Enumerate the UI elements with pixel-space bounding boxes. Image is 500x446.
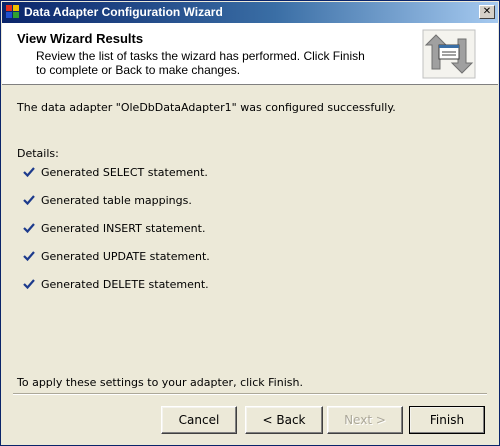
task-label: Generated table mappings. [41,194,192,207]
checkmark-icon [23,167,35,178]
wizard-window: Data Adapter Configuration Wizard ✕ View… [0,0,500,446]
checkmark-icon [23,279,35,290]
app-icon [6,5,20,19]
task-label: Generated UPDATE statement. [41,250,210,263]
page-description: Review the list of tasks the wizard has … [36,49,365,77]
close-button[interactable]: ✕ [479,5,495,19]
cancel-button[interactable]: Cancel [161,406,237,434]
task-label: Generated INSERT statement. [41,222,206,235]
window-title: Data Adapter Configuration Wizard [24,5,223,19]
checkmark-icon [23,223,35,234]
finish-button[interactable]: Finish [409,406,485,434]
checkmark-icon [23,195,35,206]
details-label: Details: [17,147,59,160]
footer-message: To apply these settings to your adapter,… [17,376,303,389]
task-label: Generated DELETE statement. [41,278,209,291]
status-message: The data adapter "OleDbDataAdapter1" was… [17,101,396,114]
page-title: View Wizard Results [17,31,144,46]
task-label: Generated SELECT statement. [41,166,208,179]
next-button[interactable]: Next > [327,406,403,434]
data-adapter-icon [422,29,476,79]
checkmark-icon [23,251,35,262]
button-separator [13,393,487,395]
title-bar[interactable]: Data Adapter Configuration Wizard ✕ [2,2,498,23]
wizard-header: View Wizard Results Review the list of t… [2,23,498,85]
back-button[interactable]: < Back [245,406,323,434]
